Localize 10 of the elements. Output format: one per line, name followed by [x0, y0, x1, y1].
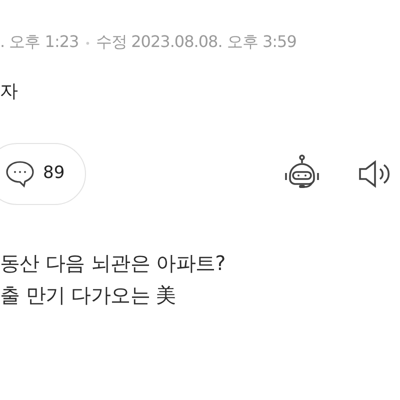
comment-icon: [5, 160, 35, 188]
subheadline: 출 만기 다가오는 美: [0, 282, 177, 309]
byline: 자: [0, 80, 18, 104]
comment-button[interactable]: 89: [0, 143, 86, 205]
speaker-icon[interactable]: [358, 159, 392, 189]
modified-date: 2023.08.08. 오후 3:59: [131, 32, 296, 51]
subheadline: 동산 다음 뇌관은 아파트?: [0, 250, 226, 277]
separator-dot: •: [84, 39, 90, 50]
publish-date: . 오후 1:23: [0, 32, 79, 51]
modified-label: 수정: [96, 32, 128, 51]
